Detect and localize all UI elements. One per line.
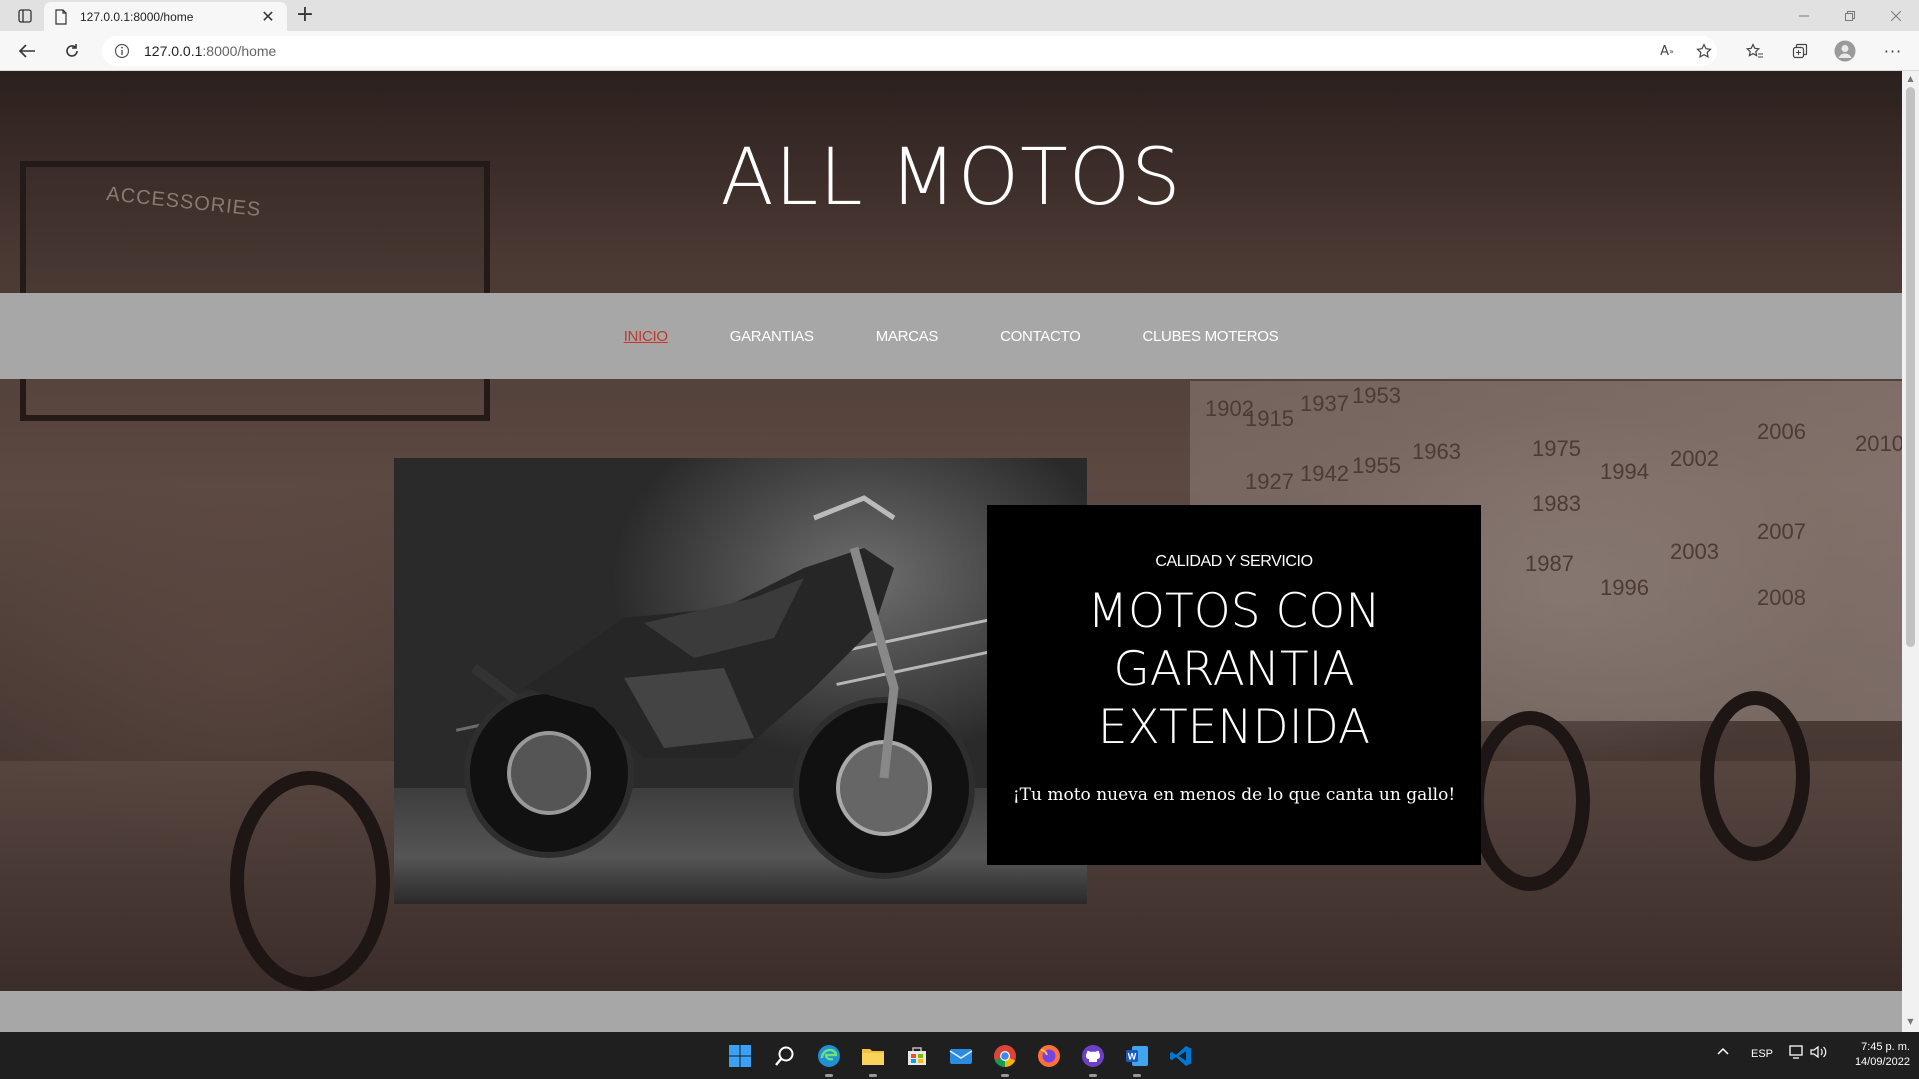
year-label: 2008 [1757, 585, 1806, 610]
url-text: 127.0.0.1:8000/home [144, 43, 277, 59]
scroll-thumb[interactable] [1906, 87, 1915, 647]
edge-icon[interactable] [813, 1040, 845, 1077]
site-title: ALL MOTOS [720, 133, 1182, 223]
tab-actions-icon[interactable] [10, 5, 40, 27]
card-headline: MOTOS CON GARANTIA EXTENDIDA [1087, 584, 1381, 755]
address-bar[interactable]: 127.0.0.1:8000/home [102, 36, 1717, 66]
read-aloud-icon[interactable]: A» [1652, 37, 1682, 65]
tab-close-icon[interactable]: ✕ [259, 7, 277, 26]
browser-tab-bar: 127.0.0.1:8000/home ✕ + [0, 0, 1919, 31]
page-scrollbar[interactable]: ▲ ▼ [1902, 71, 1919, 1032]
year-label: 1915 [1245, 406, 1294, 431]
main-nav: INICIO GARANTIAS MARCAS CONTACTO CLUBES … [0, 293, 1902, 379]
svg-text:W: W [1128, 1052, 1137, 1062]
favorite-star-icon[interactable] [1689, 37, 1719, 65]
restore-button[interactable] [1827, 0, 1873, 31]
file-explorer-icon[interactable] [857, 1040, 889, 1077]
browser-toolbar: 127.0.0.1:8000/home A» ··· [0, 31, 1919, 71]
year-label: 2002 [1670, 446, 1719, 471]
new-tab-button[interactable]: + [292, 3, 318, 27]
system-clock[interactable]: 7:45 p. m. 14/09/2022 [1838, 1040, 1910, 1070]
year-label: 2010 [1855, 431, 1902, 456]
reload-icon[interactable] [57, 37, 87, 65]
scroll-up-icon[interactable]: ▲ [1906, 74, 1915, 83]
minimize-button[interactable] [1781, 0, 1827, 31]
year-label: 1955 [1352, 453, 1401, 478]
volume-icon[interactable] [1810, 1045, 1828, 1062]
scroll-down-icon[interactable]: ▼ [1906, 1017, 1915, 1026]
store-icon[interactable] [901, 1040, 933, 1072]
year-label: 1987 [1525, 551, 1574, 576]
nav-item-inicio[interactable]: INICIO [624, 328, 668, 345]
tab-title: 127.0.0.1:8000/home [80, 9, 194, 24]
motorcycle-photo [394, 458, 1087, 904]
firefox-icon[interactable] [1033, 1040, 1065, 1072]
year-label: 2003 [1670, 539, 1719, 564]
year-label: 1942 [1300, 461, 1349, 486]
motorcycle-icon [464, 495, 975, 879]
github-icon[interactable] [1077, 1040, 1109, 1077]
search-icon[interactable] [769, 1040, 801, 1072]
page-viewport: ACCESSORIES 1902 1915 1937 1953 1963 197… [0, 71, 1902, 1032]
close-window-button[interactable] [1873, 0, 1919, 31]
year-label: 1937 [1300, 391, 1349, 416]
windows-start-icon[interactable] [724, 1040, 756, 1072]
language-indicator[interactable]: ESP [1751, 1048, 1773, 1060]
year-label: 1963 [1412, 439, 1461, 464]
promo-card: CALIDAD Y SERVICIO MOTOS CON GARANTIA EX… [987, 505, 1481, 865]
background-bike-wheel [230, 771, 390, 991]
background-bike-wheel [1470, 711, 1590, 891]
year-label: 1927 [1245, 469, 1294, 494]
year-label: 1983 [1532, 491, 1581, 516]
year-label: 1996 [1600, 575, 1649, 600]
network-icon[interactable] [1789, 1045, 1807, 1062]
more-menu-icon[interactable]: ··· [1878, 37, 1908, 65]
year-label: 2007 [1757, 519, 1806, 544]
profile-avatar-icon[interactable] [1830, 37, 1860, 65]
mail-icon[interactable] [945, 1040, 977, 1072]
year-label: 1975 [1532, 436, 1581, 461]
clock-time: 7:45 p. m. [1861, 1041, 1910, 1053]
year-label: 1953 [1352, 383, 1401, 408]
page-icon [55, 8, 67, 25]
nav-item-garantias[interactable]: GARANTIAS [730, 328, 814, 345]
vscode-icon[interactable] [1165, 1040, 1197, 1072]
windows-taskbar: W ESP 7:45 p. m. 14/09/2022 [0, 1032, 1919, 1079]
word-icon[interactable]: W [1121, 1040, 1153, 1077]
tray-chevron-icon[interactable] [1717, 1044, 1729, 1059]
browser-tab[interactable]: 127.0.0.1:8000/home ✕ [44, 2, 287, 31]
back-icon[interactable] [12, 37, 42, 65]
card-eyebrow: CALIDAD Y SERVICIO [1155, 553, 1313, 570]
year-label: 2006 [1757, 419, 1806, 444]
background-bike-wheel [1700, 691, 1810, 861]
card-tagline: ¡Tu moto nueva en menos de lo que canta … [1012, 785, 1456, 805]
clock-date: 14/09/2022 [1854, 1056, 1910, 1068]
nav-item-contacto[interactable]: CONTACTO [1000, 328, 1081, 345]
nav-item-clubes-moteros[interactable]: CLUBES MOTEROS [1142, 328, 1278, 345]
info-icon[interactable] [114, 43, 130, 59]
collections-icon[interactable] [1785, 37, 1815, 65]
next-section [0, 991, 1902, 1032]
favorites-icon[interactable] [1740, 37, 1770, 65]
chrome-icon[interactable] [989, 1040, 1021, 1077]
nav-item-marcas[interactable]: MARCAS [876, 328, 939, 345]
year-label: 1994 [1600, 459, 1649, 484]
